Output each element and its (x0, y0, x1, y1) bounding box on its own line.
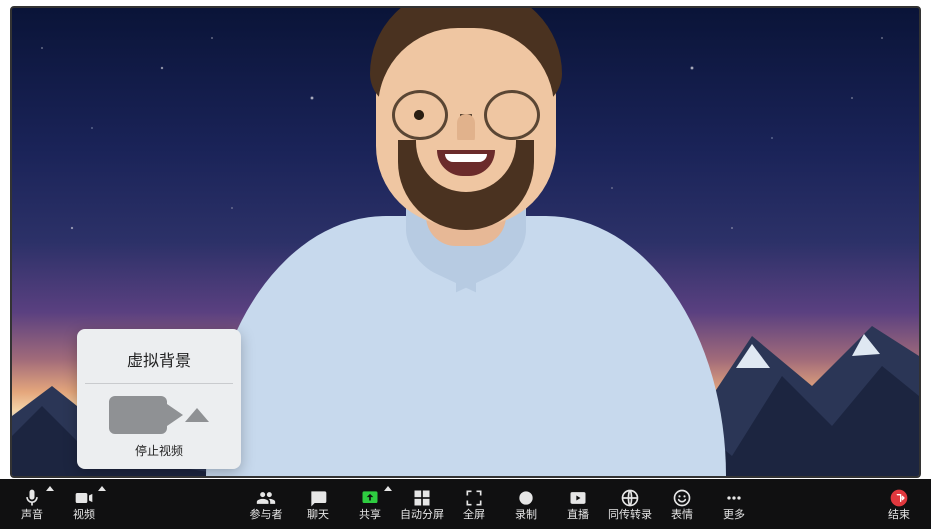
participants-icon (256, 488, 276, 508)
audio-button[interactable]: 声音 (6, 480, 58, 528)
auto-layout-button[interactable]: 自动分屏 (396, 480, 448, 528)
smile-icon (672, 488, 692, 508)
share-button[interactable]: 共享 (344, 480, 396, 528)
chevron-up-icon[interactable] (46, 486, 54, 491)
camera-icon (109, 396, 167, 434)
grid-icon (412, 488, 432, 508)
globe-icon (620, 488, 640, 508)
participants-button[interactable]: 参与者 (240, 480, 292, 528)
end-meeting-button[interactable]: 结束 (873, 480, 925, 528)
chevron-up-icon[interactable] (98, 486, 106, 491)
share-screen-icon (360, 488, 380, 508)
chevron-up-icon[interactable] (384, 486, 392, 491)
fullscreen-button[interactable]: 全屏 (448, 480, 500, 528)
record-button[interactable]: 录制 (500, 480, 552, 528)
video-options-popover: 虚拟背景 停止视频 (77, 329, 241, 469)
live-icon (568, 488, 588, 508)
interpretation-button[interactable]: 同传转录 (604, 480, 656, 528)
meeting-toolbar: 声音 视频 参与者 聊天 共享 自动分屏 全屏 (0, 479, 931, 529)
camera-icon (74, 488, 94, 508)
more-button[interactable]: 更多 (708, 480, 760, 528)
chat-icon (308, 488, 328, 508)
video-window: 虚拟背景 停止视频 (10, 6, 921, 478)
chat-button[interactable]: 聊天 (292, 480, 344, 528)
more-icon (724, 488, 744, 508)
stop-video-label: 停止视频 (89, 442, 229, 459)
video-button[interactable]: 视频 (58, 480, 110, 528)
microphone-icon (22, 488, 42, 508)
reactions-button[interactable]: 表情 (656, 480, 708, 528)
fullscreen-icon (464, 488, 484, 508)
record-icon (516, 488, 536, 508)
participant-video (206, 16, 726, 476)
leave-icon (889, 488, 909, 508)
popover-option-virtual-background[interactable]: 虚拟背景 (89, 341, 229, 383)
popover-divider (85, 383, 233, 384)
popover-option-stop-video[interactable] (89, 392, 229, 436)
chevron-up-icon (185, 408, 209, 422)
live-button[interactable]: 直播 (552, 480, 604, 528)
